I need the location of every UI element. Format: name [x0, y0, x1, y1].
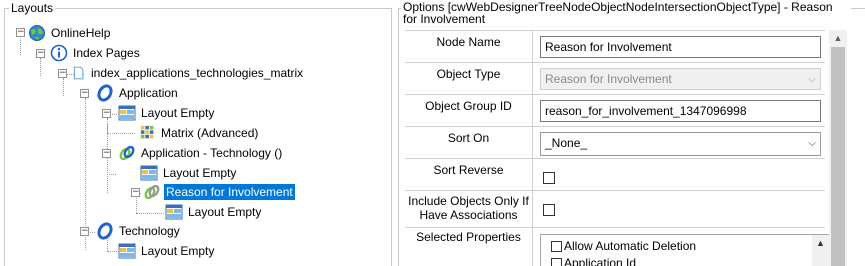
options-scrollbar[interactable]: ▲: [829, 30, 847, 266]
tree-label: index_applications_technologies_matrix: [91, 66, 304, 80]
row-sort-on: Sort On _None_ ⌵: [405, 127, 825, 159]
object-type-label: Object Type: [405, 63, 533, 94]
layout-icon: [165, 204, 183, 220]
expand-icon[interactable]: −: [102, 109, 111, 118]
matrix-icon: [140, 125, 154, 139]
node-name-label: Node Name: [405, 31, 533, 62]
layout-icon: [118, 105, 136, 121]
tree-node-layout-empty[interactable]: Layout Empty: [118, 242, 216, 260]
layouts-tree[interactable]: − − − − − − − − OnlineHelp Index Pages i…: [0, 0, 380, 266]
include-objects-checkbox[interactable]: [543, 204, 555, 216]
sort-reverse-checkbox[interactable]: [543, 172, 555, 184]
tree-label: Layout Empty: [141, 244, 215, 258]
tree-label: Technology: [119, 224, 180, 238]
tree-label: Layout Empty: [188, 205, 262, 219]
tree-node-layout-empty[interactable]: Layout Empty: [140, 164, 238, 182]
intersection-icon: [119, 145, 135, 161]
property-label: Allow Automatic Deletion: [564, 239, 697, 253]
row-selected-properties: Selected Properties Allow Automatic Dele…: [405, 228, 830, 266]
expand-icon[interactable]: −: [102, 149, 111, 158]
tree-node-index-file[interactable]: index_applications_technologies_matrix: [72, 64, 305, 82]
tree-label: Application - Technology (): [141, 146, 283, 160]
intersection-icon: [144, 184, 160, 200]
tree-node-matrix-advanced[interactable]: Matrix (Advanced): [140, 124, 260, 142]
page-icon: [73, 66, 84, 80]
tree-label-selected: Reason for Involvement: [164, 184, 295, 200]
include-objects-label-line2: Have Associations: [419, 208, 518, 222]
object-group-id-input[interactable]: reason_for_involvement_1347096998: [540, 100, 821, 122]
sort-on-label: Sort On: [405, 127, 533, 158]
scrollbar-thumb[interactable]: [831, 47, 845, 266]
include-objects-label: Include Objects Only If Have Association…: [405, 191, 533, 227]
object-type-icon: [97, 84, 113, 102]
chevron-down-icon: ⌵: [808, 138, 816, 149]
layout-icon: [140, 165, 158, 181]
globe-icon: [29, 25, 45, 41]
chevron-down-icon: ⌵: [808, 74, 816, 85]
tree-label: Layout Empty: [163, 166, 237, 180]
object-type-icon: [97, 222, 113, 240]
expand-icon[interactable]: −: [80, 227, 89, 236]
selected-properties-label: Selected Properties: [405, 228, 533, 266]
expand-icon[interactable]: −: [58, 69, 67, 78]
expand-icon[interactable]: −: [36, 49, 45, 58]
scroll-up-icon[interactable]: ▲: [829, 30, 847, 46]
property-checkbox[interactable]: [551, 240, 562, 252]
property-checkbox[interactable]: [551, 257, 562, 266]
node-name-input[interactable]: Reason for Involvement: [540, 36, 821, 58]
expand-icon[interactable]: −: [131, 188, 140, 197]
row-object-type: Object Type Reason for Involvement ⌵: [405, 63, 825, 95]
list-item[interactable]: Allow Automatic Deletion: [551, 239, 696, 253]
selected-properties-list[interactable]: Allow Automatic Deletion Application Id …: [540, 234, 830, 266]
sort-on-value: _None_: [545, 136, 588, 150]
options-grid: Node Name Reason for Involvement Object …: [405, 30, 830, 266]
row-include-objects: Include Objects Only If Have Association…: [405, 191, 825, 228]
object-type-select: Reason for Involvement ⌵: [540, 68, 821, 90]
tree-node-index-pages[interactable]: Index Pages: [50, 44, 142, 62]
expand-icon[interactable]: −: [16, 28, 25, 37]
list-item[interactable]: Application Id: [551, 256, 636, 266]
include-objects-label-line1: Include Objects Only If: [408, 194, 529, 208]
options-title: Options [cwWebDesignerTreeNodeObjectNode…: [401, 1, 851, 25]
tree-node-application[interactable]: Application: [96, 84, 180, 102]
row-node-name: Node Name Reason for Involvement: [405, 31, 825, 63]
tree-label: OnlineHelp: [51, 26, 111, 40]
object-type-value: Reason for Involvement: [545, 72, 672, 86]
scroll-up-icon[interactable]: ▲: [812, 235, 829, 248]
tree-node-reason-for-involvement[interactable]: Reason for Involvement: [143, 183, 295, 201]
tree-node-technology[interactable]: Technology: [96, 222, 182, 240]
tree-label: Layout Empty: [141, 106, 215, 120]
tree-node-layout-empty[interactable]: Layout Empty: [165, 203, 263, 221]
row-sort-reverse: Sort Reverse: [405, 159, 825, 191]
layout-icon: [118, 243, 136, 259]
tree-label: Matrix (Advanced): [161, 126, 259, 140]
tree-label: Application: [119, 86, 178, 100]
tree-label: Index Pages: [73, 46, 140, 60]
object-group-id-label: Object Group ID: [405, 95, 533, 126]
sort-on-select[interactable]: _None_ ⌵: [540, 132, 821, 156]
expand-icon[interactable]: −: [80, 89, 89, 98]
tree-node-onlinehelp[interactable]: OnlineHelp: [28, 24, 112, 42]
row-object-group-id: Object Group ID reason_for_involvement_1…: [405, 95, 825, 127]
sort-reverse-label: Sort Reverse: [405, 159, 533, 190]
tree-node-application-technology[interactable]: Application - Technology (): [118, 144, 284, 162]
property-label: Application Id: [564, 256, 637, 266]
info-icon: [50, 44, 68, 62]
list-scrollbar[interactable]: ▲: [812, 235, 829, 266]
tree-node-layout-empty[interactable]: Layout Empty: [118, 104, 216, 122]
